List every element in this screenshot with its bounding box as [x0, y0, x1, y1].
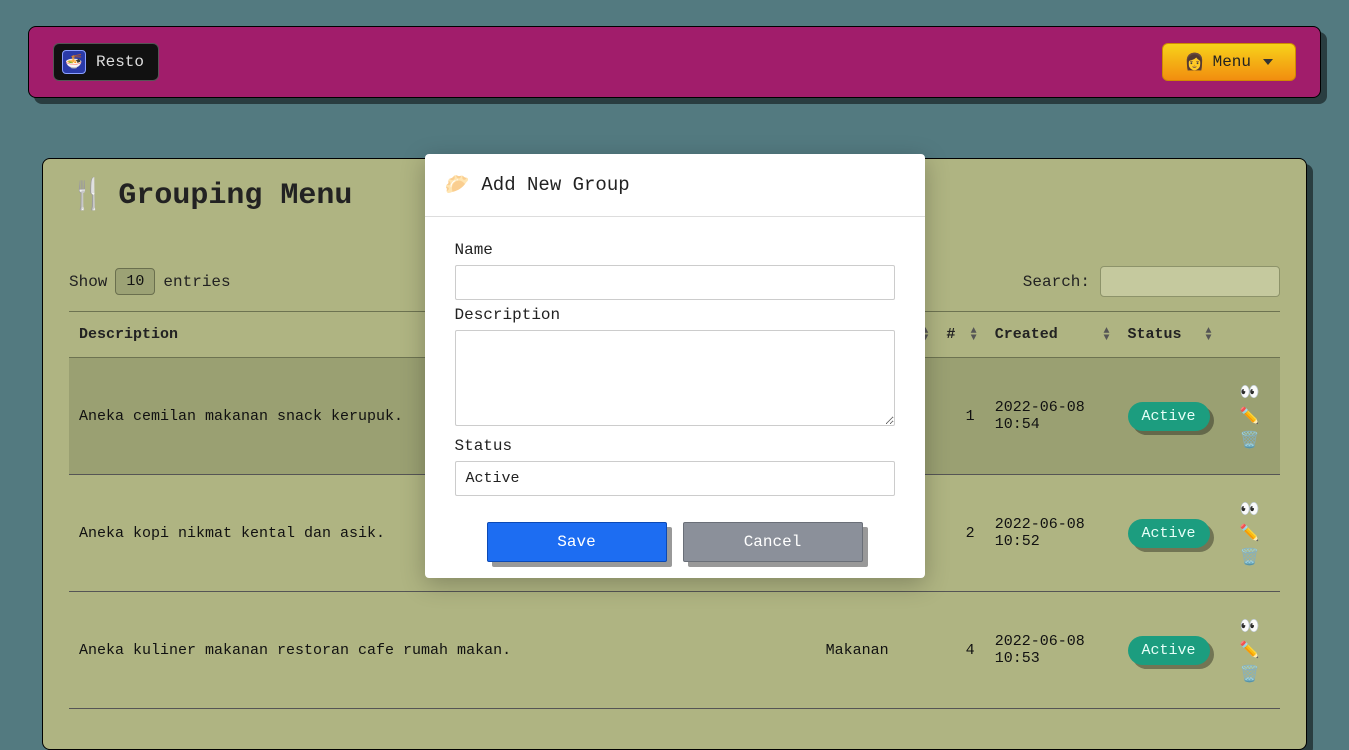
modal-title: Add New Group: [481, 174, 629, 196]
modal-body: Name Description Status Active: [425, 217, 925, 518]
name-input[interactable]: [455, 265, 895, 300]
add-group-modal: 🥟 Add New Group Name Description Status …: [425, 154, 925, 578]
modal-footer: Save Cancel: [425, 518, 925, 578]
status-select[interactable]: Active: [455, 461, 895, 496]
description-label: Description: [455, 306, 895, 324]
description-textarea[interactable]: [455, 330, 895, 426]
name-label: Name: [455, 241, 895, 259]
status-label: Status: [455, 437, 895, 455]
save-button[interactable]: Save: [487, 522, 667, 562]
dumpling-icon: 🥟: [445, 172, 470, 198]
cancel-button[interactable]: Cancel: [683, 522, 863, 562]
modal-header: 🥟 Add New Group: [425, 154, 925, 217]
